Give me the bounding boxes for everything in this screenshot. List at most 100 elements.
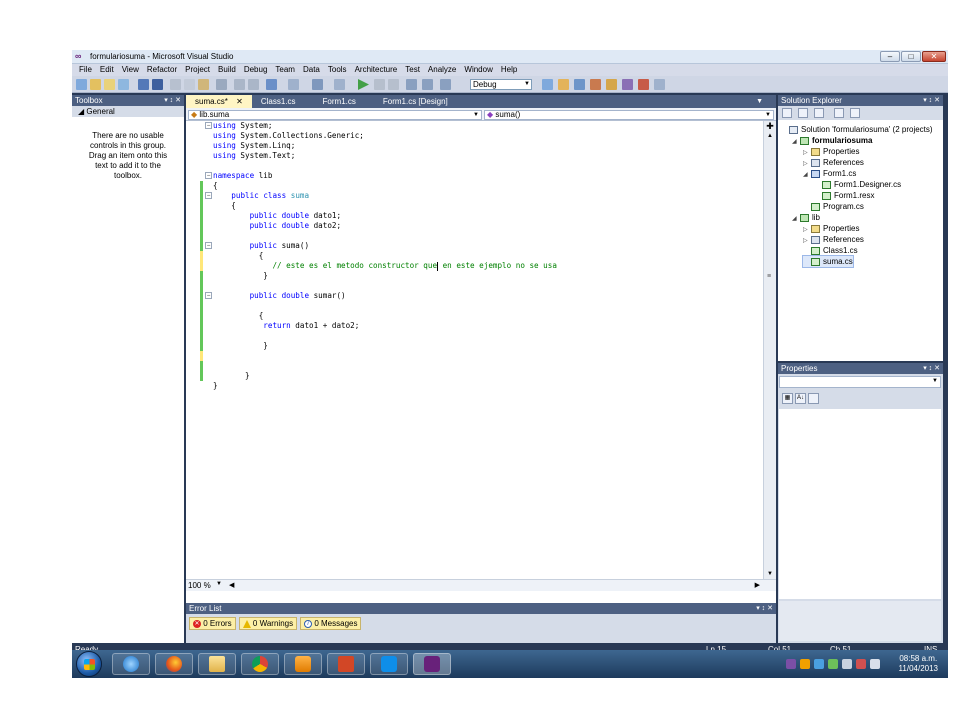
navigate-forward-icon[interactable] [334, 79, 345, 90]
view-code-icon[interactable] [834, 108, 844, 118]
break-all-icon[interactable] [374, 79, 385, 90]
new-project-icon[interactable] [76, 79, 87, 90]
collapse-outline-icon[interactable]: − [205, 122, 212, 129]
volume-tray-icon[interactable] [870, 659, 880, 669]
toolbox-window-controls[interactable]: ▾ ↕ ✕ [164, 95, 181, 106]
code-area[interactable]: − using System; using System.Collections.G… [186, 121, 763, 579]
save-icon[interactable] [138, 79, 149, 90]
zoom-chevron-icon[interactable]: ▼ [216, 581, 222, 587]
code-line[interactable]: − public suma() [186, 241, 763, 251]
taskbar-teamviewer[interactable] [370, 653, 408, 675]
code-line[interactable] [186, 231, 763, 241]
solution-tree-item[interactable]: suma.cs [802, 255, 854, 268]
expand-arrow-icon[interactable]: ◢ [792, 214, 800, 225]
redo-icon[interactable] [288, 79, 299, 90]
comment-icon[interactable] [234, 79, 245, 90]
splitter-icon[interactable]: ≡ [767, 273, 771, 280]
taskbar-internet-explorer[interactable] [112, 653, 150, 675]
menu-help[interactable]: Help [497, 64, 521, 76]
solution-tree-item[interactable]: ▷ References [803, 234, 864, 245]
solution-tree-item[interactable]: Form1.resx [814, 190, 874, 201]
code-line[interactable]: } [186, 371, 763, 381]
solution-tree-item[interactable]: ▷ Properties [803, 146, 859, 157]
view-class-diagram-icon[interactable] [850, 108, 860, 118]
show-all-files-icon[interactable] [798, 108, 808, 118]
solution-tree-item[interactable]: ▷ Properties [803, 223, 859, 234]
taskbar-chrome[interactable] [241, 653, 279, 675]
cut-icon[interactable] [170, 79, 181, 90]
solution-tree-item[interactable]: Form1.Designer.cs [814, 179, 901, 190]
solution-tree-item[interactable]: ◢ formulariosuma [792, 135, 872, 146]
scroll-up-icon[interactable]: ▲ [767, 133, 773, 139]
taskbar-visual-studio[interactable] [413, 653, 451, 675]
properties-icon[interactable] [782, 108, 792, 118]
code-line[interactable]: − public class suma [186, 191, 763, 201]
collapse-outline-icon[interactable]: − [205, 192, 212, 199]
scroll-down-icon[interactable]: ▼ [767, 571, 773, 577]
start-page-icon[interactable] [622, 79, 633, 90]
save-all-icon[interactable] [152, 79, 163, 90]
menu-build[interactable]: Build [214, 64, 240, 76]
code-line[interactable]: } [186, 381, 763, 391]
display-tray-icon[interactable] [842, 659, 852, 669]
code-line[interactable] [186, 331, 763, 341]
taskbar-firefox[interactable] [155, 653, 193, 675]
code-line[interactable] [186, 161, 763, 171]
power-tray-icon[interactable] [828, 659, 838, 669]
add-item-icon[interactable] [118, 79, 129, 90]
extension-manager-icon[interactable] [638, 79, 649, 90]
error-list-window-controls[interactable]: ▾ ↕ ✕ [756, 603, 773, 614]
code-line[interactable]: public double dato2; [186, 221, 763, 231]
menu-window[interactable]: Window [460, 64, 496, 76]
expand-arrow-icon[interactable]: ◢ [792, 137, 800, 148]
code-line[interactable] [186, 361, 763, 371]
step-over-icon[interactable] [422, 79, 433, 90]
solution-tree-item[interactable]: ◢ lib [792, 212, 820, 223]
code-line[interactable]: } [186, 271, 763, 281]
stop-debugging-icon[interactable] [388, 79, 399, 90]
start-debugging-icon[interactable] [358, 79, 369, 90]
step-into-icon[interactable] [406, 79, 417, 90]
clock[interactable]: 08:58 a.m. 11/04/2013 [899, 654, 938, 674]
zoom-level[interactable]: 100 % [188, 581, 211, 590]
navigate-backward-icon[interactable] [312, 79, 323, 90]
open-file-icon[interactable] [104, 79, 115, 90]
menu-edit[interactable]: Edit [96, 64, 118, 76]
type-dropdown[interactable]: ◆ lib.suma ▼ [188, 110, 482, 120]
menu-file[interactable]: File [75, 64, 96, 76]
taskbar-media-player[interactable] [284, 653, 322, 675]
other-windows-icon[interactable] [654, 79, 665, 90]
copy-icon[interactable] [184, 79, 195, 90]
property-pages-icon[interactable] [808, 393, 819, 404]
code-line[interactable] [186, 351, 763, 361]
taskbar-powerpoint[interactable] [327, 653, 365, 675]
collapse-outline-icon[interactable]: − [205, 242, 212, 249]
antivirus-tray-icon[interactable] [800, 659, 810, 669]
code-line[interactable]: // este es el metodo constructor que en … [186, 261, 763, 271]
code-line[interactable]: using System.Text; [186, 151, 763, 161]
errors-filter-button[interactable]: ✕ 0 Errors [189, 617, 236, 630]
object-browser-icon[interactable] [590, 79, 601, 90]
vertical-scrollbar[interactable]: ✚ ▲ ≡ ▼ [763, 121, 776, 579]
tab-suma-cs[interactable]: suma.cs* ✕ [186, 95, 252, 108]
menu-view[interactable]: View [118, 64, 143, 76]
collapse-outline-icon[interactable]: − [205, 172, 212, 179]
property-grid[interactable] [779, 409, 941, 599]
messages-filter-button[interactable]: i 0 Messages [300, 617, 362, 630]
code-line[interactable]: return dato1 + dato2; [186, 321, 763, 331]
alphabetical-icon[interactable]: A↓ [795, 393, 806, 404]
code-line[interactable]: { [186, 311, 763, 321]
network-tray-icon[interactable] [814, 659, 824, 669]
open-folder-icon[interactable] [90, 79, 101, 90]
split-plus-icon[interactable]: ✚ [766, 122, 774, 131]
code-line[interactable] [186, 301, 763, 311]
solution-tree-item[interactable]: ▷ References [803, 157, 864, 168]
code-line[interactable]: { [186, 181, 763, 191]
close-tab-icon[interactable]: ✕ [230, 97, 243, 106]
find-in-files-icon[interactable] [542, 79, 553, 90]
action-center-tray-icon[interactable] [856, 659, 866, 669]
close-button[interactable]: ✕ [922, 51, 946, 62]
tab-form1-cs[interactable]: Form1.cs [305, 95, 365, 108]
taskbar-file-explorer[interactable] [198, 653, 236, 675]
visual-studio-tray-icon[interactable] [786, 659, 796, 669]
